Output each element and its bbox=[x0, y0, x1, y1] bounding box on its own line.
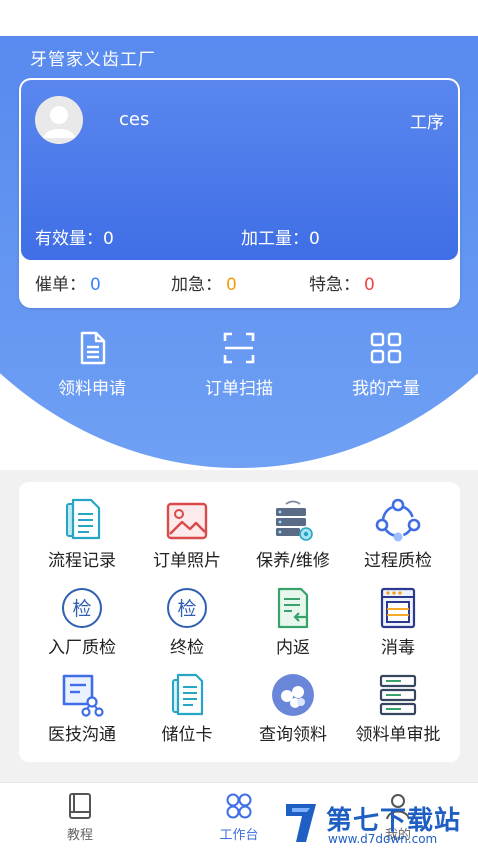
processing-value: 0 bbox=[309, 229, 320, 249]
tab-workbench-label: 工作台 bbox=[219, 828, 259, 843]
process-label[interactable]: 工序 bbox=[410, 108, 444, 133]
quick-order-scan-label: 订单扫描 bbox=[205, 379, 273, 399]
return-doc-icon bbox=[277, 587, 309, 629]
oven-icon bbox=[380, 587, 416, 629]
valid-value: 0 bbox=[103, 229, 114, 249]
special-stat[interactable]: 特急： 0 bbox=[309, 270, 375, 295]
grid-incoming-qc-label: 入厂质检 bbox=[48, 638, 116, 658]
rush-value: 0 bbox=[226, 275, 237, 295]
grid-medical-communication-label: 医技沟通 bbox=[48, 725, 116, 745]
grid-material-approval[interactable]: 领料单审批 bbox=[343, 662, 453, 746]
quick-my-output[interactable]: 我的产量 bbox=[316, 330, 456, 399]
query-material-icon bbox=[272, 674, 314, 716]
status-bar bbox=[0, 0, 478, 36]
grid-storage-card-label: 储位卡 bbox=[161, 725, 213, 745]
process-record-icon bbox=[66, 498, 101, 540]
cycle-check-icon bbox=[375, 498, 421, 542]
grid-final-check-label: 终检 bbox=[170, 638, 204, 658]
grid-storage-card[interactable]: 储位卡 bbox=[132, 662, 242, 746]
grid-incoming-qc[interactable]: 检 入厂质检 bbox=[27, 575, 137, 659]
inspect-circle-icon: 检 bbox=[62, 588, 102, 628]
app-title: 牙管家义齿工厂 bbox=[30, 50, 156, 70]
avatar[interactable] bbox=[35, 96, 83, 144]
quick-order-scan[interactable]: 订单扫描 bbox=[169, 330, 309, 399]
rush-stat[interactable]: 加急： 0 bbox=[171, 270, 237, 295]
tab-workbench[interactable]: 工作台 bbox=[189, 791, 289, 843]
grid-maintenance[interactable]: 保养/维修 bbox=[238, 488, 348, 572]
grid-disinfect[interactable]: 消毒 bbox=[343, 575, 453, 659]
processing-count: 加工量：0 bbox=[241, 224, 320, 249]
grid-process-qc-label: 过程质检 bbox=[364, 551, 432, 571]
grid-final-check[interactable]: 检 终检 bbox=[132, 575, 242, 659]
grid-query-material-label: 查询领料 bbox=[259, 725, 327, 745]
quick-material-request-label: 领料申请 bbox=[58, 379, 126, 399]
inspect-circle-icon: 检 bbox=[167, 588, 207, 628]
grid-process-record-label: 流程记录 bbox=[48, 551, 116, 571]
rush-label: 加急： bbox=[171, 275, 222, 295]
grid-icon bbox=[370, 332, 402, 364]
approval-icon bbox=[379, 674, 417, 716]
avatar-person-icon bbox=[35, 96, 83, 144]
valid-label: 有效量： bbox=[35, 229, 103, 249]
user-card-header: ces 工序 有效量：0 加工量：0 bbox=[21, 80, 458, 260]
workbench-icon bbox=[226, 793, 252, 819]
grid-maintenance-label: 保养/维修 bbox=[256, 551, 330, 571]
photo-icon bbox=[166, 502, 208, 540]
tab-tutorial[interactable]: 教程 bbox=[30, 791, 130, 843]
special-label: 特急： bbox=[309, 275, 360, 295]
valid-count: 有效量：0 bbox=[35, 224, 114, 249]
scan-icon bbox=[223, 332, 255, 364]
remind-label: 催单： bbox=[35, 275, 86, 295]
watermark-url: www.d7down.com bbox=[328, 832, 438, 846]
remind-value: 0 bbox=[90, 275, 101, 295]
remind-stat[interactable]: 催单： 0 bbox=[35, 270, 101, 295]
book-icon bbox=[69, 793, 91, 819]
grid-internal-return-label: 内返 bbox=[276, 638, 310, 658]
inspect-glyph: 检 bbox=[177, 598, 196, 620]
document-icon bbox=[80, 331, 106, 365]
grid-order-photo[interactable]: 订单照片 bbox=[132, 488, 242, 572]
tab-tutorial-label: 教程 bbox=[66, 828, 93, 843]
watermark-logo bbox=[286, 804, 316, 842]
hero-header: 牙管家义齿工厂 ces 工序 有效量：0 加工量：0 催单： 0 加急： 0 特… bbox=[0, 0, 478, 470]
communication-icon bbox=[62, 674, 104, 717]
grid-disinfect-label: 消毒 bbox=[381, 638, 415, 658]
processing-label: 加工量： bbox=[241, 229, 309, 249]
user-name: ces bbox=[119, 109, 150, 130]
grid-medical-communication[interactable]: 医技沟通 bbox=[27, 662, 137, 746]
grid-query-material[interactable]: 查询领料 bbox=[238, 662, 348, 746]
grid-order-photo-label: 订单照片 bbox=[153, 551, 221, 571]
grid-process-record[interactable]: 流程记录 bbox=[27, 488, 137, 572]
quick-my-output-label: 我的产量 bbox=[352, 379, 420, 399]
storage-card-icon bbox=[172, 673, 204, 716]
grid-process-qc[interactable]: 过程质检 bbox=[343, 488, 453, 572]
user-card[interactable]: ces 工序 有效量：0 加工量：0 催单： 0 加急： 0 特急： 0 bbox=[19, 78, 460, 308]
server-maintenance-icon bbox=[276, 500, 313, 541]
inspect-glyph: 检 bbox=[72, 598, 91, 620]
grid-material-approval-label: 领料单审批 bbox=[355, 725, 441, 745]
special-value: 0 bbox=[364, 275, 375, 295]
quick-material-request[interactable]: 领料申请 bbox=[22, 330, 162, 399]
function-grid: 流程记录 订单照片 保养/维修 过程质检 检 入厂质检 检 终检 内返 消毒 医… bbox=[19, 482, 460, 762]
watermark: 第七下载站 www.d7down.com bbox=[282, 796, 478, 850]
grid-internal-return[interactable]: 内返 bbox=[238, 575, 348, 659]
